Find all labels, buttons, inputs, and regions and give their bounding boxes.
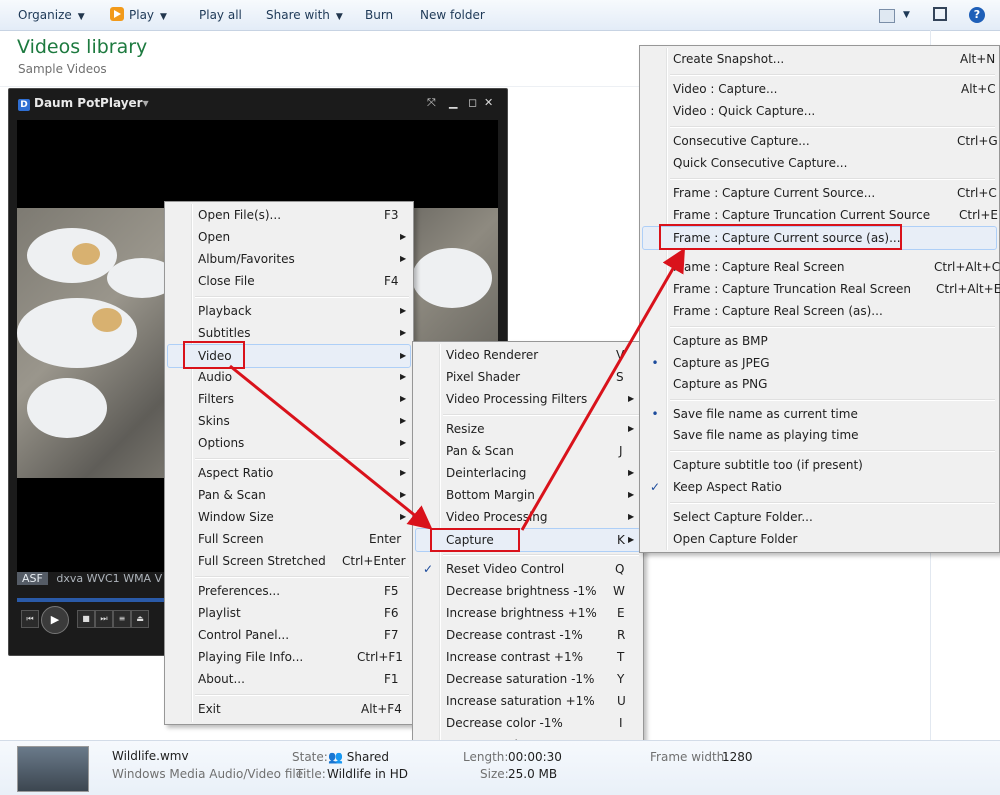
details-size-value: 25.0 MB bbox=[508, 767, 558, 781]
video-thumbnail bbox=[17, 746, 89, 792]
details-title-value[interactable]: Wildlife in HD bbox=[327, 767, 408, 781]
details-frame-width-value: 1280 bbox=[722, 750, 753, 764]
arrow-video-to-capture bbox=[229, 364, 433, 530]
details-size-label: Size: bbox=[480, 767, 509, 781]
details-state-value: 👥 Shared bbox=[328, 750, 390, 764]
details-state-label: State: bbox=[292, 750, 328, 764]
shared-users-icon: 👥 bbox=[328, 750, 343, 764]
details-length-label: Length: bbox=[463, 750, 509, 764]
details-filetype: Windows Media Audio/Video file bbox=[112, 767, 304, 781]
arrow-capture-to-capture-as bbox=[520, 247, 686, 531]
details-filename: Wildlife.wmv bbox=[112, 749, 189, 763]
details-title-label: Title: bbox=[296, 767, 326, 781]
details-frame-width-label: Frame width: bbox=[650, 750, 729, 764]
details-length-value: 00:00:30 bbox=[508, 750, 562, 764]
annotation-arrows bbox=[229, 247, 686, 531]
